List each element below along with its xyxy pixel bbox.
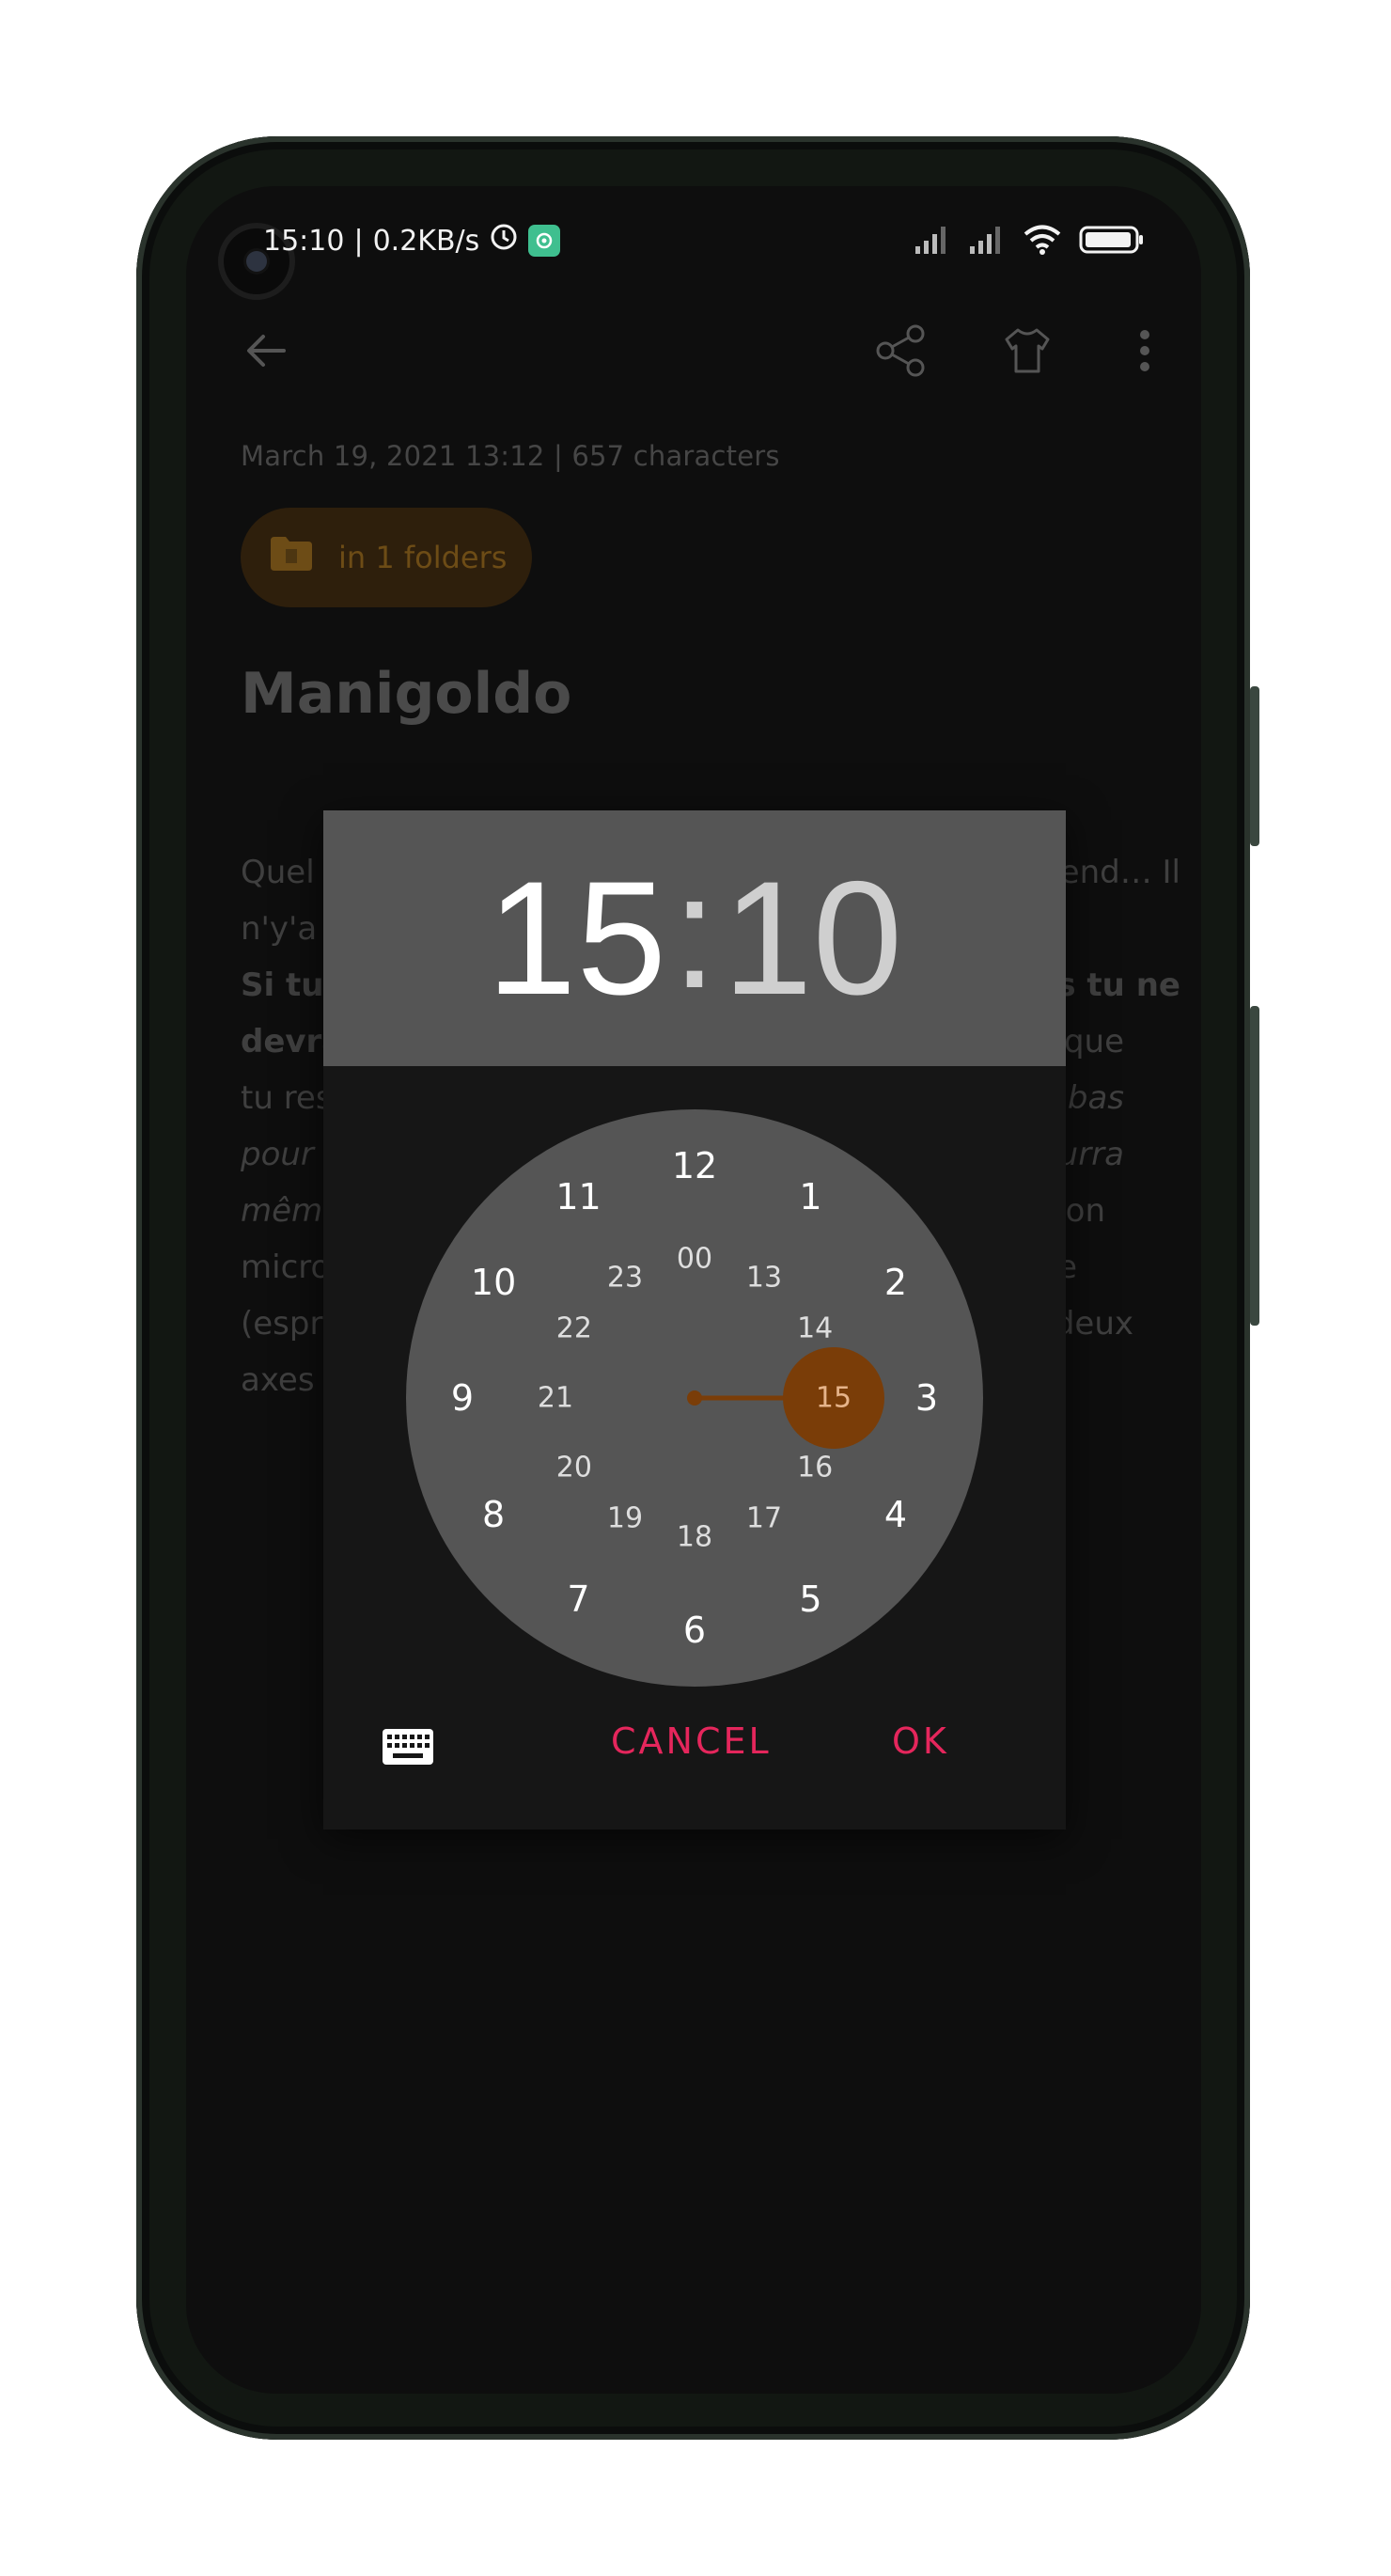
hour-label-3[interactable]: 3 xyxy=(915,1377,938,1419)
hour-label-20[interactable]: 20 xyxy=(556,1452,592,1484)
hour-label-21[interactable]: 21 xyxy=(538,1382,573,1415)
hand-center-dot xyxy=(687,1390,702,1406)
hour-label-19[interactable]: 19 xyxy=(607,1502,643,1535)
hour-label-2[interactable]: 2 xyxy=(884,1262,907,1303)
wifi-icon xyxy=(1023,224,1062,260)
hour-label-9[interactable]: 9 xyxy=(451,1377,474,1419)
signal-icon xyxy=(914,224,951,260)
status-bar-left: 15:10 | 0.2KB/s xyxy=(263,214,561,267)
hour-display[interactable]: 15 xyxy=(487,857,666,1019)
alarm-icon xyxy=(489,222,519,259)
clock-dial[interactable]: 12 1 2 3 4 5 6 7 8 9 10 11 00 13 14 15 16 17 18 19 20 21 22 23 xyxy=(406,1109,983,1687)
share-icon[interactable] xyxy=(867,318,933,384)
hour-label-1[interactable]: 1 xyxy=(799,1176,821,1217)
hour-label-8[interactable]: 8 xyxy=(482,1494,505,1535)
minute-display[interactable]: 10 xyxy=(723,857,902,1019)
cancel-button[interactable]: CANCEL xyxy=(611,1720,772,1762)
hour-label-5[interactable]: 5 xyxy=(799,1579,821,1620)
hour-label-00[interactable]: 00 xyxy=(677,1243,712,1276)
volume-button xyxy=(1250,686,1259,846)
hour-label-22[interactable]: 22 xyxy=(556,1312,592,1345)
hour-label-6[interactable]: 6 xyxy=(683,1610,706,1651)
power-button xyxy=(1250,1006,1259,1326)
hour-label-10[interactable]: 10 xyxy=(471,1262,516,1303)
clock-hand xyxy=(687,1347,884,1449)
network-speed: 0.2KB/s xyxy=(372,224,480,258)
note-meta: March 19, 2021 13:12 | 657 characters xyxy=(241,440,780,472)
ok-button[interactable]: OK xyxy=(892,1720,949,1762)
hour-label-13[interactable]: 13 xyxy=(746,1261,782,1294)
time-colon: : xyxy=(672,841,717,1022)
keyboard-icon[interactable] xyxy=(380,1724,436,1769)
hour-label-14[interactable]: 14 xyxy=(797,1312,833,1345)
hour-label-16[interactable]: 16 xyxy=(797,1452,833,1484)
time-display: 15 : 10 xyxy=(323,810,1066,1066)
battery-icon xyxy=(1079,224,1145,260)
folder-icon xyxy=(269,535,314,580)
hour-label-12[interactable]: 12 xyxy=(672,1145,717,1186)
screen: 15:10 | 0.2KB/s March 19, 2021 13:12 | 6… xyxy=(186,186,1201,2394)
tshirt-icon[interactable] xyxy=(994,318,1060,384)
note-title: Manigoldo xyxy=(241,661,572,727)
status-separator: | xyxy=(353,224,364,258)
more-vert-icon[interactable] xyxy=(1112,318,1178,384)
hour-label-7[interactable]: 7 xyxy=(567,1579,589,1620)
back-arrow-icon[interactable] xyxy=(233,318,299,384)
hour-label-4[interactable]: 4 xyxy=(884,1494,907,1535)
status-bar-right xyxy=(914,218,1145,265)
hour-label-18[interactable]: 18 xyxy=(677,1521,712,1554)
folder-chip[interactable]: in 1 folders xyxy=(241,508,532,607)
signal-2-icon xyxy=(968,224,1006,260)
folder-chip-label: in 1 folders xyxy=(338,540,508,575)
time-picker-dialog: 15 : 10 12 1 2 3 4 5 6 7 8 9 10 11 00 13 14 15 16 17 18 19 2… xyxy=(323,810,1066,1830)
toolbar xyxy=(186,299,1201,402)
hour-label-11[interactable]: 11 xyxy=(555,1176,601,1217)
hour-label-23[interactable]: 23 xyxy=(607,1261,643,1294)
status-time: 15:10 xyxy=(263,224,345,258)
dialog-actions: CANCEL OK xyxy=(323,1694,1066,1807)
hour-label-17[interactable]: 17 xyxy=(746,1502,782,1535)
app-notification-icon xyxy=(528,225,561,257)
hour-label-15[interactable]: 15 xyxy=(816,1382,852,1415)
